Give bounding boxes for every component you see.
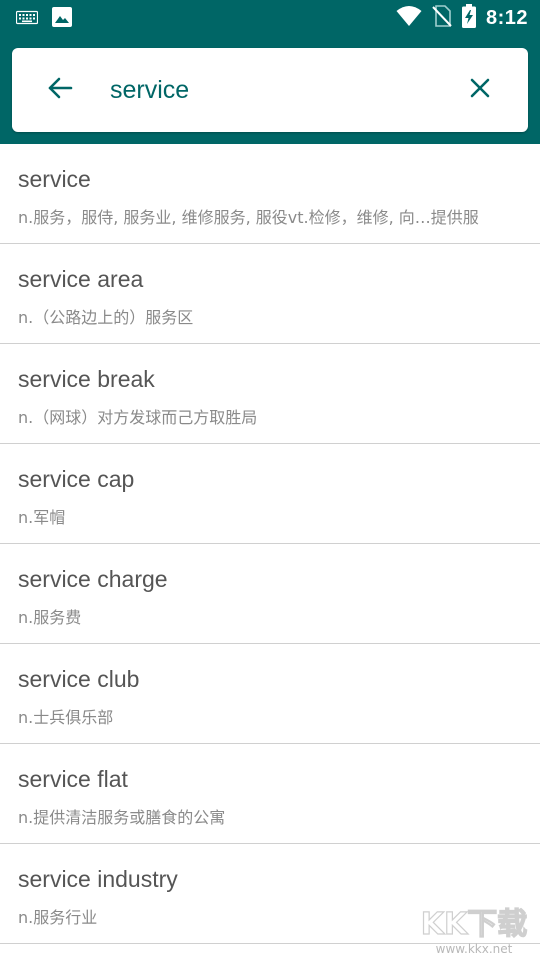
list-item[interactable]: service n.服务，服侍, 服务业, 维修服务, 服役vt.检修，维修, … [0, 144, 540, 244]
list-item[interactable]: service charge n.服务费 [0, 544, 540, 644]
result-definition: n.提供清洁服务或膳食的公寓 [18, 804, 522, 828]
result-definition: n.（网球）对方发球而己方取胜局 [18, 404, 522, 428]
list-item[interactable]: service flat n.提供清洁服务或膳食的公寓 [0, 744, 540, 844]
result-definition: n.服务费 [18, 604, 522, 628]
result-word: service club [18, 666, 139, 693]
result-word: service area [18, 266, 143, 293]
result-word: service flat [18, 766, 128, 793]
keyboard-icon [16, 9, 38, 29]
list-item[interactable]: service club n.士兵俱乐部 [0, 644, 540, 744]
search-box [12, 48, 528, 132]
wifi-icon [396, 5, 422, 31]
no-sim-icon [432, 5, 452, 31]
result-word: service charge [18, 566, 168, 593]
status-bar: 8:12 [0, 0, 540, 36]
back-button[interactable] [40, 70, 80, 110]
clear-search-button[interactable] [460, 70, 500, 110]
result-word: service industry [18, 866, 178, 893]
list-item[interactable]: service cap n.军帽 [0, 444, 540, 544]
result-definition: n.军帽 [18, 504, 522, 528]
list-item[interactable]: service area n.（公路边上的）服务区 [0, 244, 540, 344]
result-definition: n.服务，服侍, 服务业, 维修服务, 服役vt.检修，维修, 向…提供服 [18, 204, 522, 228]
result-word: service break [18, 366, 155, 393]
result-word: service cap [18, 466, 134, 493]
close-icon [469, 77, 491, 103]
watermark-url: www.kkx.net [436, 942, 513, 956]
status-time: 8:12 [486, 7, 528, 30]
search-toolbar [0, 36, 540, 144]
result-definition: n.（公路边上的）服务区 [18, 304, 522, 328]
list-item[interactable]: service break n.（网球）对方发球而己方取胜局 [0, 344, 540, 444]
result-word: service [18, 166, 91, 193]
watermark-logo: KK下载 www.kkx.net [414, 898, 534, 958]
image-icon [52, 7, 72, 31]
search-input[interactable] [110, 70, 440, 110]
result-definition: n.士兵俱乐部 [18, 704, 522, 728]
watermark-logo-text: KK下载 [421, 907, 528, 942]
results-list: service n.服务，服侍, 服务业, 维修服务, 服役vt.检修，维修, … [0, 144, 540, 944]
battery-charging-icon [462, 4, 476, 32]
arrow-left-icon [47, 75, 73, 105]
status-bar-left [16, 7, 72, 31]
status-bar-right: 8:12 [396, 4, 528, 32]
